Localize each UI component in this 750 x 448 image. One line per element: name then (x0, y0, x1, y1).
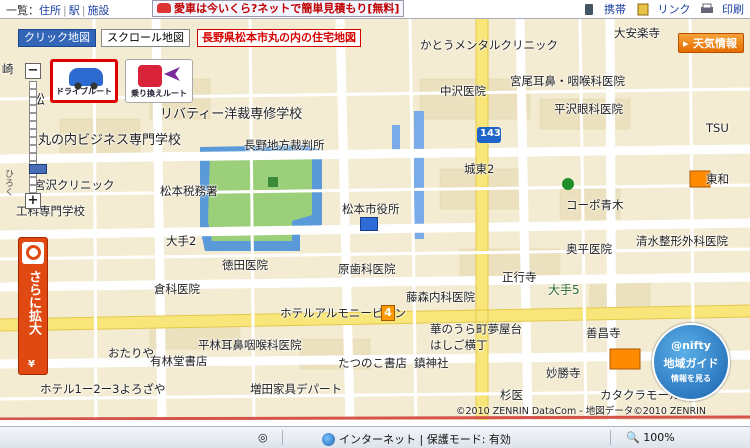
nifty-line1: @nifty (671, 339, 711, 352)
yen-label: ¥ (28, 359, 35, 370)
label-shimizu: 清水整形外科医院 (636, 234, 728, 248)
label-hashigo: はしご横丁 (430, 338, 488, 352)
car-icon (157, 3, 171, 13)
city-office-marker-icon[interactable] (360, 217, 378, 231)
zoom-level-text: 100% (643, 431, 675, 444)
nifty-line3: 情報を見る (671, 374, 711, 383)
link-station[interactable]: 駅 (69, 4, 80, 17)
magnifier-zoom-icon: 🔍 (626, 431, 640, 444)
label-miyazawa: 宮沢クリニック (34, 178, 115, 192)
label-tax-office: 松本税務署 (160, 184, 218, 198)
globe-icon (322, 433, 335, 446)
zoom-in-button[interactable]: + (25, 193, 41, 209)
zoom-level[interactable]: 🔍 100% (626, 431, 675, 444)
zoom-out-button[interactable]: − (25, 63, 41, 79)
zoom-slider-handle[interactable] (29, 164, 47, 174)
label-city-office: 松本市役所 (342, 202, 400, 216)
label-marunouchi-biz: 丸の内ビジネス専門学校 (38, 133, 182, 148)
zoom-slider-track[interactable] (29, 81, 47, 201)
label-otari: おたりや (108, 346, 154, 360)
label-jotoh2: 城東2 (464, 162, 495, 176)
map-view[interactable]: かとうメンタルクリニック 大安楽寺 宮尾耳鼻・咽喉科医院 中沢医院 平沢眼科医院… (0, 18, 750, 420)
label-hiraoka: 平林耳鼻咽喉科医院 (198, 338, 302, 352)
label-hirasawa: 平沢眼科医院 (554, 102, 623, 116)
transit-route-button[interactable]: 乗り換えルート (125, 59, 193, 103)
poi-marker[interactable]: 4 (381, 305, 395, 321)
route-143-shield: 143 (480, 128, 501, 139)
label-liberty: リバティー洋裁専修学校 (160, 107, 303, 122)
label-fujimori: 藤森内科医院 (406, 290, 475, 304)
magnifier-icon (22, 242, 44, 264)
label-sumi: 崎 (2, 62, 14, 76)
browser-status-bar: ◎ インターネット | 保護モード: 有効 🔍 100% (0, 426, 750, 448)
label-okui: 奥平医院 (566, 242, 612, 256)
link-link[interactable]: リンク (636, 3, 691, 16)
label-chinjin: 鎮神社 (414, 356, 449, 370)
link-icon (637, 3, 648, 16)
phone-icon (585, 4, 593, 15)
tab-scroll-map[interactable]: スクロール地図 (101, 29, 190, 47)
zoom-further-button[interactable]: さらに拡大 ¥ (18, 237, 48, 375)
label-arimori: 有林堂書店 (150, 354, 208, 368)
label-shogyo: 正行寺 (502, 270, 537, 284)
transit-route-label: 乗り換えルート (131, 89, 187, 98)
label-nakazawa: 中沢医院 (440, 84, 486, 98)
label-tokuda: 徳田医院 (222, 258, 268, 272)
nifty-line2: 地域ガイド (663, 357, 719, 370)
security-zone-text: インターネット | 保護モード: 有効 (339, 433, 511, 446)
label-hotel12: ホテル1ー2ー3よろざや (40, 382, 166, 396)
print-link[interactable]: 印刷 (700, 3, 744, 16)
area-list-links: 一覧：住所 | 駅 | 施設 (6, 4, 110, 17)
link-address[interactable]: 住所 (39, 4, 61, 17)
label-higashiwa: 東和 (706, 172, 729, 186)
label-kohbe: コーポ青木 (566, 198, 624, 212)
label-haraya: 原歯科医院 (338, 262, 396, 276)
map-copyright: ©2010 ZENRIN DataCom - 地図データ©2010 ZENRIN (456, 406, 707, 417)
label-kura: 倉科医院 (154, 282, 200, 296)
weather-button[interactable]: 天気情報 (678, 33, 744, 54)
utility-links: 携帯 リンク 印刷 (576, 1, 744, 17)
label-ote2: 大手2 (166, 234, 197, 248)
label-nagano-court: 長野地方裁判所 (244, 138, 325, 152)
printer-icon (701, 3, 713, 13)
link-facility[interactable]: 施設 (87, 4, 109, 17)
label-zenryo: 善昌寺 (586, 326, 621, 340)
car-valuation-promo[interactable]: 愛車は今いくら?ネットで簡単見積もり[無料] (152, 0, 405, 17)
label-masuda: 増田家具デパート (250, 382, 342, 396)
mobile-link[interactable]: 携帯 (582, 3, 626, 16)
label-tsu: TSU (706, 121, 729, 135)
tab-click-map[interactable]: クリック地図 (18, 29, 96, 47)
label-tatsunoko: たつのこ書店 (338, 356, 407, 370)
side-label: ひろく (3, 169, 13, 196)
train-icon (138, 65, 162, 87)
label-sugi: 杉医 (500, 388, 523, 402)
label-daianji: 大安楽寺 (614, 26, 660, 40)
map-title: 長野県松本市丸の内の住宅地図 (197, 29, 361, 47)
plane-icon (164, 67, 180, 81)
label-ote5: 大手5 (548, 283, 580, 297)
drive-route-button[interactable]: ドライブルート (50, 59, 118, 103)
list-label: 一覧： (6, 4, 39, 17)
browser-window: 一覧：住所 | 駅 | 施設 愛車は今いくら?ネットで簡単見積もり[無料] 携帯 リンク… (0, 0, 750, 448)
security-zone[interactable]: インターネット | 保護モード: 有効 (322, 431, 511, 447)
nifty-area-guide-badge[interactable]: @nifty 地域ガイド 情報を見る (652, 323, 730, 401)
label-hananoura: 華のうら町夢屋台 (430, 322, 522, 336)
label-kato-mental: かとうメンタルクリニック (420, 38, 558, 52)
promo-text: 愛車は今いくら?ネットで簡単見積もり[無料] (174, 2, 400, 15)
top-link-bar: 一覧：住所 | 駅 | 施設 愛車は今いくら?ネットで簡単見積もり[無料] 携帯 リンク… (0, 0, 750, 18)
car-icon (69, 68, 103, 90)
label-myosho: 妙勝寺 (546, 366, 581, 380)
zoom-further-label: さらに拡大 (26, 270, 41, 335)
privacy-icon[interactable]: ◎ (258, 431, 268, 444)
drive-route-label: ドライブルート (56, 87, 112, 96)
label-miyao: 宮尾耳鼻・咽喉科医院 (510, 74, 625, 88)
